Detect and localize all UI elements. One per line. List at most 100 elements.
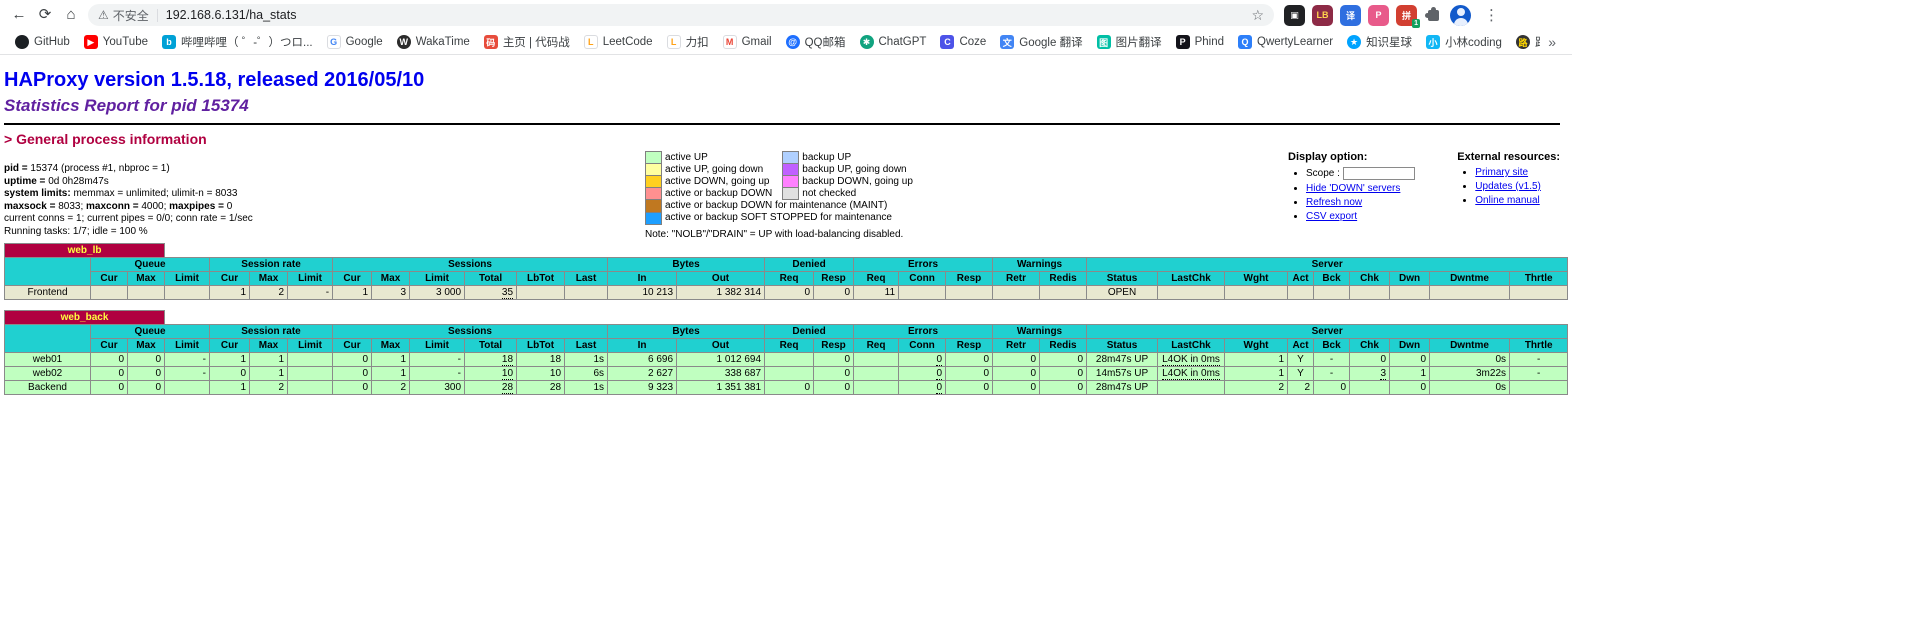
bookmark-item[interactable]: 路路飞学城 [1509,32,1540,52]
bookmark-item[interactable]: 图图片翻译 [1090,32,1169,52]
bookmark-item[interactable]: @QQ邮箱 [779,32,853,52]
legend-label: active or backup DOWN for maintenance (M… [662,200,923,213]
stat-cell: 2 [250,286,288,300]
display-option-link[interactable]: Refresh now [1306,197,1362,208]
column-group-header: Session rate [210,325,333,339]
column-header: Cur [333,339,372,353]
bookmark-item[interactable]: PPhind [1169,33,1231,51]
external-resource-link[interactable]: Updates (v1.5) [1475,181,1541,192]
not-secure-label[interactable]: 不安全 [113,7,149,24]
bookmark-item[interactable]: 小小林coding [1419,32,1509,52]
stat-cell [165,381,210,395]
stats-row-web02: web0200-0101-10106s2 627338 6870000014m5… [5,367,1568,381]
legend-label: backup UP [799,152,923,164]
stat-cell [288,367,333,381]
browser-menu-icon[interactable]: ⋮ [1484,6,1499,24]
column-header: In [608,339,677,353]
display-option-link[interactable]: CSV export [1306,211,1357,222]
bookmark-item[interactable]: 文Google 翻译 [993,32,1089,52]
proxy-row-name[interactable]: Backend [5,381,91,395]
reload-button[interactable]: ⟳ [32,2,58,28]
legend-note: Note: "NOLB"/"DRAIN" = UP with load-bala… [645,229,923,240]
display-options-panel: Display option: Scope : Hide 'DOWN' serv… [1288,151,1415,225]
column-group-header: Session rate [210,258,333,272]
bookmark-favicon: C [940,35,954,49]
bookmark-item[interactable]: ★知识星球 [1340,32,1419,52]
haproxy-version-link[interactable]: HAProxy version 1.5.18, released 2016/05… [4,69,424,91]
stat-cell: - [288,286,333,300]
extensions-puzzle-icon[interactable] [1428,10,1439,21]
process-info-line: Running tasks: 1/7; idle = 100 % [4,226,253,239]
bookmark-item[interactable]: QQwertyLearner [1231,33,1340,51]
bookmark-label: LeetCode [603,36,653,48]
column-header: Cur [91,272,128,286]
back-button[interactable]: ← [6,2,32,28]
column-header: Resp [946,272,993,286]
stat-cell: 18 [517,353,565,367]
table-corner-cell [5,258,91,286]
external-resource-link[interactable]: Primary site [1475,167,1528,178]
address-bar[interactable]: ⚠ 不安全 192.168.6.131/ha_stats ☆ [88,4,1274,26]
proxy-table-name[interactable]: web_lb [5,244,165,258]
bookmark-item[interactable]: 码主页 | 代码战 [477,32,577,52]
stat-cell [1510,286,1568,300]
bookmark-label: 知识星球 [1366,34,1412,50]
red-badged-extension-icon[interactable]: 拼1 [1396,5,1417,26]
bookmark-favicon: L [667,35,681,49]
stat-cell: 3 [372,286,410,300]
stat-cell: - [1314,353,1350,367]
proxy-row-name[interactable]: web01 [5,353,91,367]
stat-cell: - [410,367,465,381]
pink-extension-icon[interactable]: P [1368,5,1389,26]
column-group-header: Bytes [608,258,765,272]
process-info-line: maxsock = 8033; maxconn = 4000; maxpipes… [4,201,253,214]
display-option-link[interactable]: Hide 'DOWN' servers [1306,183,1400,194]
proxy-table-name[interactable]: web_back [5,311,165,325]
bookmark-item[interactable]: GitHub [8,33,77,51]
proxy-row-name[interactable]: web02 [5,367,91,381]
display-option-link-item: CSV export [1306,211,1415,222]
home-button[interactable]: ⌂ [58,2,84,28]
legend-swatch [783,188,799,200]
legend-swatch [783,176,799,188]
legend-swatch [646,188,662,200]
bookmark-item[interactable]: b哔哩哔哩（ ゜-゜）つロ... [155,32,320,52]
stat-cell: 0 [91,381,128,395]
process-info-line: system limits: memmax = unlimited; ulimi… [4,188,253,201]
bookmark-label: 力扣 [686,34,709,50]
stat-cell: - [165,367,210,381]
bookmarks-overflow-icon[interactable]: » [1540,34,1564,50]
bookmark-item[interactable]: WWakaTime [390,33,477,51]
blue-translate-extension-icon[interactable]: 译 [1340,5,1361,26]
browser-window: ← ⟳ ⌂ ⚠ 不安全 192.168.6.131/ha_stats ☆ ▣LB… [0,0,1572,395]
bookmark-item[interactable]: L 力扣 [660,32,716,52]
bookmark-item[interactable]: LLeetCode [577,33,660,51]
scope-input[interactable] [1343,167,1415,180]
lb-extension-icon[interactable]: LB [1312,5,1333,26]
bookmark-item[interactable]: ✱ChatGPT [853,33,934,51]
bookmark-item[interactable]: CCoze [933,33,993,51]
legend-label: active or backup DOWN [662,188,783,200]
column-header: Max [372,272,410,286]
external-resource-link[interactable]: Online manual [1475,195,1539,206]
bookmark-item[interactable]: GGoogle [320,33,390,51]
bookmark-item[interactable]: MGmail [716,33,779,51]
stat-cell: 10 [465,367,517,381]
column-header: Thrtle [1510,272,1568,286]
stat-cell: 0 [1040,367,1087,381]
column-header: Wght [1225,272,1288,286]
column-header: Retr [993,272,1040,286]
bookmark-favicon: @ [786,35,800,49]
bookmark-star-icon[interactable]: ☆ [1251,7,1264,24]
display-option-link-item: Hide 'DOWN' servers [1306,183,1415,194]
bookmark-item[interactable]: ▶YouTube [77,33,155,51]
profile-avatar[interactable] [1450,5,1471,26]
stat-cell: 0 [946,381,993,395]
proxy-row-name[interactable]: Frontend [5,286,91,300]
stat-cell [517,286,565,300]
stat-cell: 0 [1040,381,1087,395]
bookmark-favicon: W [397,35,411,49]
stats-row-backend: Backend00120230028281s9 3231 351 3810000… [5,381,1568,395]
stat-cell: 0 [128,381,165,395]
dark-square-extension-icon[interactable]: ▣ [1284,5,1305,26]
